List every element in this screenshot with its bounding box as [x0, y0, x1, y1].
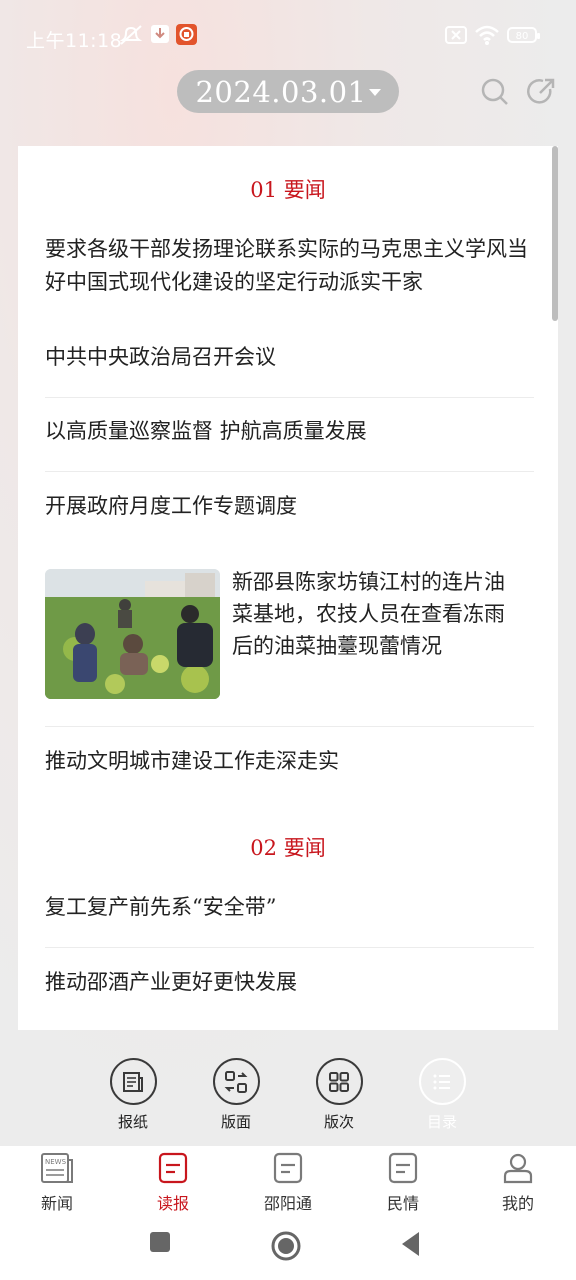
- divider: [45, 397, 534, 398]
- article-link[interactable]: 推动邵酒产业更好更快发展: [45, 966, 531, 999]
- nav-shaoyang[interactable]: 邵阳通: [248, 1152, 328, 1214]
- tool-label: 目录: [426, 1113, 457, 1131]
- nav-label: 邵阳通: [263, 1194, 312, 1213]
- article-link[interactable]: 推动文明城市建设工作走深走实: [45, 745, 531, 778]
- article-link[interactable]: 要求各级干部发扬理论联系实际的马克思主义学风当好中国式现代化建设的坚定行动派实干…: [45, 233, 531, 299]
- tool-edition[interactable]: 版次: [309, 1058, 369, 1132]
- article-link[interactable]: 新邵县陈家坊镇江村的连片油菜基地，农技人员在查看冻雨后的油菜抽薹现蕾情况: [232, 566, 522, 662]
- article-link[interactable]: 中共中央政治局召开会议: [45, 341, 531, 374]
- nav-public-opinion[interactable]: 民情: [363, 1152, 443, 1214]
- scrollbar[interactable]: [552, 146, 558, 321]
- article-link[interactable]: 以高质量巡察监督 护航高质量发展: [45, 415, 531, 448]
- tool-label: 版面: [220, 1113, 251, 1131]
- public-opinion-icon: [388, 1152, 418, 1184]
- nav-label: 我的: [501, 1194, 534, 1213]
- back-button[interactable]: [399, 1230, 423, 1258]
- divider: [45, 726, 534, 727]
- layout-switch-icon: [224, 1070, 248, 1093]
- table-of-contents-card: 01 要闻 要求各级干部发扬理论联系实际的马克思主义学风当好中国式现代化建设的坚…: [18, 146, 558, 1030]
- tool-newspaper[interactable]: 报纸: [103, 1058, 163, 1132]
- tool-label: 报纸: [117, 1113, 148, 1131]
- nav-label: 新闻: [40, 1194, 73, 1213]
- date-value: 2024.03.01: [195, 74, 367, 109]
- profile-icon: [503, 1153, 533, 1184]
- tool-label: 版次: [323, 1113, 354, 1131]
- article-link[interactable]: 复工复产前先系“安全带”: [45, 891, 531, 924]
- article-photo[interactable]: [45, 569, 220, 699]
- article-link[interactable]: 开展政府月度工作专题调度: [45, 490, 531, 523]
- divider: [45, 471, 534, 472]
- svg-text:NEWS: NEWS: [45, 1158, 67, 1166]
- caret-down-icon: [369, 89, 381, 96]
- nav-label: 读报: [156, 1194, 189, 1213]
- nav-label: 民情: [386, 1194, 419, 1213]
- section-title: 01 要闻: [250, 178, 326, 202]
- newspaper-icon: [123, 1071, 143, 1092]
- date-selector[interactable]: 2024.03.01: [177, 70, 399, 113]
- recent-apps-button[interactable]: [148, 1230, 172, 1254]
- share-icon[interactable]: [526, 77, 556, 107]
- read-paper-icon: [158, 1152, 188, 1184]
- wifi-icon: [475, 25, 499, 45]
- section-title: 02 要闻: [250, 836, 326, 860]
- no-sim-icon: [445, 26, 467, 44]
- search-icon[interactable]: [480, 77, 510, 107]
- list-icon: [433, 1074, 450, 1089]
- news-icon: NEWS: [41, 1153, 73, 1183]
- divider: [45, 947, 534, 948]
- mute-notification-icon: [119, 25, 143, 45]
- nav-read-paper[interactable]: 读报: [133, 1152, 213, 1214]
- shaoyang-icon: [273, 1152, 303, 1184]
- download-icon: [151, 25, 169, 43]
- tool-contents[interactable]: 目录: [412, 1058, 472, 1132]
- grid-icon: [329, 1071, 349, 1092]
- nav-news[interactable]: NEWS 新闻: [17, 1152, 97, 1214]
- battery-indicator: 80: [507, 27, 540, 43]
- home-button[interactable]: [270, 1230, 302, 1262]
- nav-profile[interactable]: 我的: [478, 1152, 558, 1214]
- tool-layout[interactable]: 版面: [206, 1058, 266, 1132]
- status-time: 上午11:18: [26, 30, 123, 52]
- status-bar: 上午11:18 80: [0, 0, 576, 70]
- app-notification-icon: [176, 24, 197, 45]
